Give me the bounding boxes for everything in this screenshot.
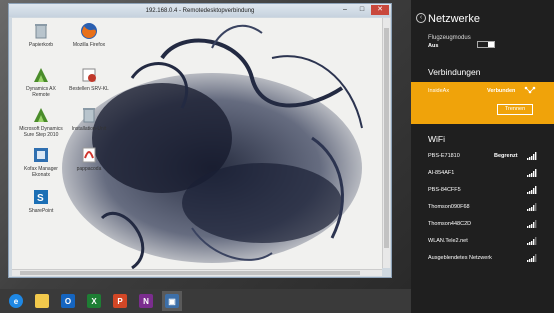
connection-name: InsideAx bbox=[428, 88, 450, 94]
window-titlebar[interactable]: 192.168.0.4 - Remotedesktopverbindung – … bbox=[9, 4, 391, 17]
remote-desktop-window[interactable]: 192.168.0.4 - Remotedesktopverbindung – … bbox=[8, 3, 392, 278]
taskbar-internet-explorer[interactable]: e bbox=[6, 291, 26, 311]
wifi-ssid: Thomson448C2D bbox=[428, 221, 472, 227]
network-panel: ‹ Netzwerke Flugzeugmodus Aus Verbindung… bbox=[411, 0, 554, 313]
maximize-button[interactable]: □ bbox=[354, 5, 370, 15]
sharepoint-icon: S bbox=[34, 190, 48, 204]
signal-strength-icon bbox=[527, 203, 537, 211]
remote-screen[interactable]: Papierkorb Mozilla Firefox Dynamics AX R… bbox=[12, 18, 382, 276]
internet-explorer-icon: e bbox=[9, 294, 23, 308]
signal-strength-icon bbox=[527, 254, 537, 262]
icon-label: Microsoft Dynamics Sure Step 2010 bbox=[19, 126, 63, 138]
scrollbar-thumb[interactable] bbox=[20, 271, 360, 275]
toggle-knob bbox=[488, 42, 494, 47]
taskbar-outlook[interactable]: O bbox=[58, 291, 78, 311]
panel-title: Netzwerke bbox=[428, 13, 480, 25]
dynamics-icon bbox=[34, 68, 48, 82]
icon-label: Papierkorb bbox=[28, 42, 54, 48]
dynamics-icon bbox=[34, 108, 48, 122]
firefox-icon bbox=[81, 23, 97, 39]
remote-desktop-icon: ▣ bbox=[165, 294, 179, 308]
outlook-icon: O bbox=[61, 294, 75, 308]
signal-strength-icon bbox=[527, 186, 537, 194]
recycle-bin-icon bbox=[35, 24, 47, 39]
onenote-icon: N bbox=[139, 294, 153, 308]
signal-strength-icon bbox=[527, 169, 537, 177]
window-title: 192.168.0.4 - Remotedesktopverbindung bbox=[145, 7, 255, 14]
signal-strength-icon bbox=[527, 220, 537, 228]
wifi-ssid: AI-854AF1 bbox=[428, 170, 455, 176]
airplane-mode-label: Flugzeugmodus bbox=[428, 35, 471, 41]
svg-text:S: S bbox=[37, 193, 44, 204]
wifi-ssid: PBS-E71810 bbox=[428, 153, 460, 159]
remote-icon-recycle-bin[interactable]: Papierkorb bbox=[18, 22, 64, 48]
signal-strength-icon bbox=[527, 152, 537, 160]
remote-icon-sure-step[interactable]: Microsoft Dynamics Sure Step 2010 bbox=[18, 106, 64, 138]
order-icon bbox=[82, 68, 96, 82]
folder-icon bbox=[35, 294, 49, 308]
taskbar-excel[interactable]: X bbox=[84, 291, 104, 311]
wifi-network-item[interactable]: AI-854AF1 bbox=[411, 167, 554, 181]
wifi-network-item[interactable]: Thomson090F68 bbox=[411, 201, 554, 215]
wifi-ssid: Ausgeblendetes Netzwerk bbox=[428, 255, 492, 261]
wifi-network-item[interactable]: PBS-84CFF5 bbox=[411, 184, 554, 198]
taskbar-remote-desktop[interactable]: ▣ bbox=[162, 291, 182, 311]
remote-icon-firefox[interactable]: Mozilla Firefox bbox=[66, 22, 112, 48]
wifi-network-item[interactable]: Thomson448C2D bbox=[411, 218, 554, 232]
remote-icon-installation[interactable]: Installation-Unit bbox=[66, 106, 112, 132]
vpn-connection-icon bbox=[524, 86, 536, 94]
icon-label: Dynamics AX Remote bbox=[26, 86, 56, 98]
minimize-button[interactable]: – bbox=[337, 5, 353, 15]
connections-heading: Verbindungen bbox=[428, 67, 481, 77]
icon-label: SharePoint bbox=[28, 208, 54, 214]
back-arrow-icon[interactable]: ‹ bbox=[416, 13, 426, 23]
wifi-network-item[interactable]: WLAN.Tele2.net bbox=[411, 235, 554, 249]
disconnect-button[interactable]: Trennen bbox=[497, 104, 533, 115]
kofax-icon bbox=[34, 148, 48, 162]
wifi-network-item[interactable]: PBS-E71810 Begrenzt bbox=[411, 150, 554, 164]
vertical-scrollbar[interactable] bbox=[382, 18, 390, 268]
wifi-network-item[interactable]: Ausgeblendetes Netzwerk bbox=[411, 252, 554, 266]
icon-label: Bestellen SRV-KL bbox=[69, 86, 109, 92]
icon-label: pappacoda bbox=[76, 166, 102, 172]
remote-icon-sharepoint[interactable]: S SharePoint bbox=[18, 188, 64, 214]
taskbar-powerpoint[interactable]: P bbox=[110, 291, 130, 311]
wifi-heading: WiFi bbox=[428, 134, 445, 144]
wifi-ssid: WLAN.Tele2.net bbox=[428, 238, 468, 244]
wifi-limited-badge: Begrenzt bbox=[494, 153, 518, 159]
scrollbar-thumb[interactable] bbox=[384, 28, 389, 248]
remote-icon-pdf[interactable]: pappacoda bbox=[66, 146, 112, 172]
connection-card-insideax[interactable]: InsideAx Verbunden Trennen bbox=[411, 82, 554, 124]
icon-label: Mozilla Firefox bbox=[72, 42, 106, 48]
icon-label: Installation-Unit bbox=[71, 126, 107, 132]
pdf-icon bbox=[82, 147, 96, 163]
wifi-ssid: Thomson090F68 bbox=[428, 204, 470, 210]
host-desktop: 192.168.0.4 - Remotedesktopverbindung – … bbox=[0, 0, 411, 289]
airplane-mode-state: Aus bbox=[428, 43, 439, 49]
powerpoint-icon: P bbox=[113, 294, 127, 308]
signal-strength-icon bbox=[527, 237, 537, 245]
icon-label: Kofax Manager Ekonatx bbox=[24, 166, 58, 178]
excel-icon: X bbox=[87, 294, 101, 308]
airplane-mode-toggle[interactable] bbox=[477, 41, 495, 48]
recycle-bin-icon bbox=[83, 108, 95, 123]
horizontal-scrollbar[interactable] bbox=[12, 269, 382, 276]
taskbar-onenote[interactable]: N bbox=[136, 291, 156, 311]
wifi-ssid: PBS-84CFF5 bbox=[428, 187, 461, 193]
connection-status: Verbunden bbox=[487, 88, 516, 94]
taskbar-file-explorer[interactable] bbox=[32, 291, 52, 311]
remote-icon-order[interactable]: Bestellen SRV-KL bbox=[66, 66, 112, 92]
remote-icon-dynamics-ax[interactable]: Dynamics AX Remote bbox=[18, 66, 64, 98]
remote-icon-kofax[interactable]: Kofax Manager Ekonatx bbox=[18, 146, 64, 178]
close-button[interactable]: ✕ bbox=[371, 5, 389, 15]
taskbar: e O X P N ▣ bbox=[0, 289, 411, 313]
